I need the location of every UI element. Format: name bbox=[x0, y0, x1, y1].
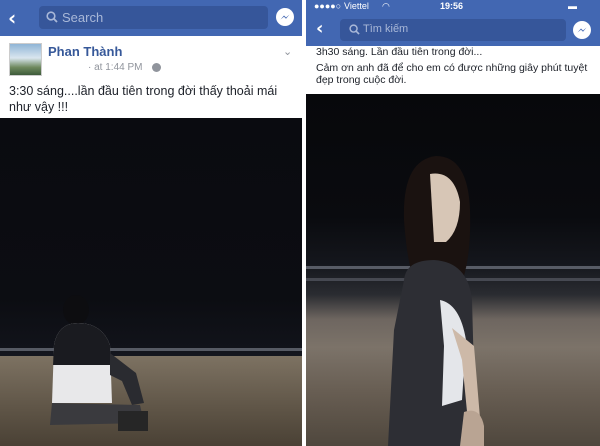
post-photo[interactable] bbox=[306, 94, 600, 446]
search-input[interactable]: Search bbox=[39, 6, 268, 29]
messenger-icon[interactable] bbox=[276, 8, 294, 26]
search-icon bbox=[349, 24, 360, 35]
wifi-icon: ◠ bbox=[382, 1, 390, 11]
post-time[interactable]: · at 1:44 PM bbox=[88, 62, 142, 73]
post-text: 3h30 sáng. Lần đầu tiên trong đời... Cảm… bbox=[316, 46, 596, 86]
post-text-line: 3h30 sáng. Lần đầu tiên trong đời... bbox=[316, 46, 483, 58]
search-placeholder: Search bbox=[62, 10, 104, 25]
composite-screenshot: ‹ Search Phan Thành · at 1:44 PM ⌄ 3:30 … bbox=[0, 0, 600, 446]
post-text-line: Cảm ơn anh đã để cho em có được những gi… bbox=[316, 62, 588, 86]
search-placeholder: Tìm kiếm bbox=[363, 23, 409, 35]
avatar[interactable] bbox=[9, 43, 42, 76]
standing-woman-figure bbox=[388, 156, 484, 446]
post-header: Phan Thành · at 1:44 PM ⌄ 3:30 sáng....l… bbox=[0, 36, 302, 118]
status-clock: 19:56 bbox=[440, 1, 464, 11]
globe-icon bbox=[152, 63, 161, 72]
messenger-icon[interactable] bbox=[573, 21, 591, 39]
post-time-text: at 1:44 PM bbox=[94, 62, 143, 73]
post-text: 3:30 sáng....lần đầu tiên trong đời thấy… bbox=[9, 84, 278, 114]
post-author[interactable]: Phan Thành bbox=[48, 44, 122, 59]
signal-dots: ●●●●○ bbox=[314, 1, 342, 11]
post-photo[interactable] bbox=[0, 118, 302, 446]
top-nav-bar: ‹ Tìm kiếm bbox=[306, 14, 600, 46]
right-screen: ●●●●○ Viettel ◠ 19:56 ▬ ‹ Tìm kiếm 3h30 … bbox=[306, 0, 600, 446]
left-screen: ‹ Search Phan Thành · at 1:44 PM ⌄ 3:30 … bbox=[0, 0, 302, 446]
post-time-sep: · bbox=[88, 62, 92, 73]
battery-icon: ▬ bbox=[568, 1, 577, 11]
search-input[interactable]: Tìm kiếm bbox=[340, 19, 566, 41]
chevron-down-icon[interactable]: ⌄ bbox=[283, 45, 292, 58]
top-nav-bar: ‹ Search bbox=[0, 0, 302, 36]
status-bar: ●●●●○ Viettel ◠ 19:56 ▬ bbox=[306, 0, 600, 14]
search-icon bbox=[46, 11, 58, 23]
carrier-name: Viettel bbox=[344, 1, 369, 11]
seated-man-figure bbox=[50, 295, 148, 431]
back-icon[interactable]: ‹ bbox=[316, 18, 323, 40]
back-icon[interactable]: ‹ bbox=[8, 7, 30, 29]
